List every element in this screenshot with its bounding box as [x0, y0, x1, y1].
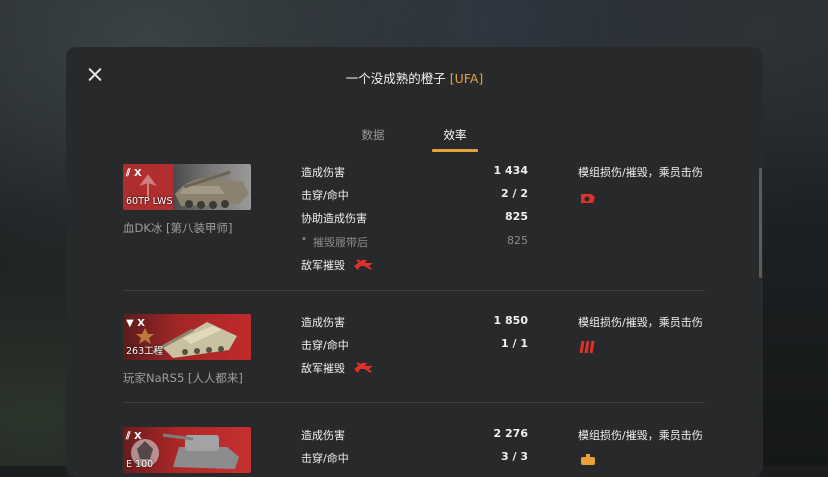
tier-label: X	[133, 431, 142, 442]
stat-subvalue: 825	[507, 234, 528, 247]
td-icon: ▼	[126, 318, 134, 329]
tab-efficiency-label: 效率	[443, 128, 467, 142]
vehicle-thumbnail: ⫽ X 60TP LWS	[123, 164, 251, 210]
tab-efficiency[interactable]: 效率	[425, 127, 485, 152]
player-label: 玩家NaRS5 [人人都来]	[123, 371, 243, 385]
stat-value: 2 276	[493, 427, 528, 440]
damaged-tracks-icon	[580, 340, 595, 354]
player-label: 血DK冰 [第八装甲师]	[123, 221, 233, 235]
stat-value: 3 / 3	[501, 450, 528, 463]
crit-label: 模组损伤/摧毁，乘员击伤	[578, 429, 703, 442]
tier-label: X	[137, 318, 145, 329]
kill-label: 敌军摧毁	[301, 362, 345, 375]
damaged-module-icon	[581, 454, 595, 465]
battle-results-dialog: 一个没成熟的橙子 [UFA] 数据 效率 ⫽ X 60TP LWS 血DK冰 […	[66, 47, 763, 477]
heavy-tank-icon: ⫽	[126, 168, 131, 179]
vehicle-thumbnail: ⫽ X E 100	[123, 427, 251, 473]
clan-tag: [UFA]	[449, 71, 484, 86]
scrollbar[interactable]	[759, 168, 762, 278]
active-tab-underline	[432, 149, 478, 152]
stat-label: 击穿/命中	[301, 189, 349, 202]
list-item: ⫽ X E 100 造成伤害 2 276 击穿/命中 3 / 3 模组损伤/摧毁…	[123, 427, 705, 477]
list-item: ⫽ X 60TP LWS 血DK冰 [第八装甲师] 造成伤害 1 434 击穿/…	[123, 164, 705, 284]
vehicle-thumbnail: ▼ X 263工程	[123, 314, 251, 360]
heavy-tank-icon: ⫽	[126, 431, 131, 442]
tier-badge: ▼ X	[126, 318, 145, 329]
kill-label: 敌军摧毁	[301, 259, 345, 272]
destroyed-enemy-icon	[354, 362, 373, 373]
tab-data[interactable]: 数据	[343, 127, 403, 143]
bullet-icon: •	[301, 234, 307, 245]
stat-label: 击穿/命中	[301, 452, 349, 465]
stat-value: 2 / 2	[501, 187, 528, 200]
crit-label: 模组损伤/摧毁，乘员击伤	[578, 166, 703, 179]
stat-label: 协助造成伤害	[301, 212, 367, 225]
tier-badge: ⫽ X	[126, 168, 142, 179]
crit-label: 模组损伤/摧毁，乘员击伤	[578, 316, 703, 329]
divider	[123, 402, 705, 403]
vehicle-name: 263工程	[126, 346, 164, 357]
stat-label: 击穿/命中	[301, 339, 349, 352]
stat-value: 825	[505, 210, 528, 223]
dialog-title: 一个没成熟的橙子 [UFA]	[66, 68, 763, 87]
destroyed-enemy-icon	[354, 259, 373, 270]
stat-label: 造成伤害	[301, 166, 345, 179]
stat-label: 造成伤害	[301, 316, 345, 329]
tier-label: X	[133, 168, 142, 179]
stat-value: 1 434	[493, 164, 528, 177]
vehicle-name: E 100	[126, 459, 154, 470]
player-name: 一个没成熟的橙子	[345, 71, 446, 86]
stat-value: 1 850	[493, 314, 528, 327]
vehicle-name: 60TP LWS	[126, 196, 173, 207]
stat-value: 1 / 1	[501, 337, 528, 350]
tab-data-label: 数据	[361, 128, 385, 142]
stat-label: 造成伤害	[301, 429, 345, 442]
tab-bar: 数据 效率	[66, 127, 763, 153]
divider	[123, 290, 705, 291]
damaged-module-icon	[581, 194, 595, 203]
list-item: ▼ X 263工程 玩家NaRS5 [人人都来] 造成伤害 1 850 击穿/命…	[123, 314, 705, 394]
tier-badge: ⫽ X	[126, 431, 142, 442]
stat-sublabel: 摧毁履带后	[313, 236, 368, 249]
